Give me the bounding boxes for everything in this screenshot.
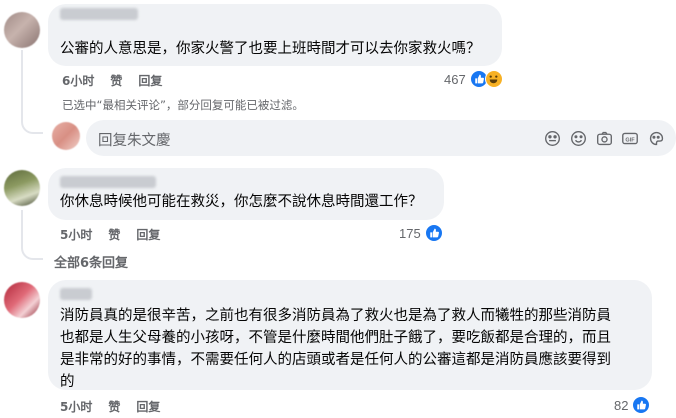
like-button[interactable]: 赞 bbox=[108, 226, 120, 243]
comment-text: 公審的人意思是，你家火警了也要上班時間才可以去你家救火嗎？ bbox=[60, 41, 481, 57]
reply-thread-line bbox=[21, 50, 43, 134]
reply-button[interactable]: 回复 bbox=[136, 226, 160, 243]
sticker2-icon[interactable] bbox=[646, 128, 666, 148]
comment-bubble: 公審的人意思是，你家火警了也要上班時間才可以去你家救火嗎？ bbox=[48, 4, 502, 66]
view-replies-link[interactable]: 全部6条回复 bbox=[54, 252, 128, 271]
commenter-name[interactable] bbox=[60, 176, 156, 188]
like-button[interactable]: 赞 bbox=[108, 398, 120, 415]
comment-actions: 5小时 赞 回复 bbox=[60, 226, 160, 243]
like-icon bbox=[424, 224, 443, 242]
reaction-count: 82 bbox=[614, 397, 629, 413]
comment-actions: 5小时 赞 回复 bbox=[60, 398, 160, 415]
reaction-count: 175 bbox=[399, 225, 421, 241]
reply-button[interactable]: 回复 bbox=[136, 398, 160, 415]
comment-text-line: 也都是人生父母養的小孩呀，不管是什麼時間他們肚子餓了，要吃飯都是合理的，而且 bbox=[60, 330, 611, 346]
reply-input-box[interactable]: 回复朱文慶 GIF bbox=[86, 120, 676, 156]
commenter-name[interactable] bbox=[60, 288, 92, 300]
comment-time[interactable]: 5小时 bbox=[60, 226, 92, 243]
reaction-summary[interactable]: 175 bbox=[399, 224, 443, 242]
emoji-icon[interactable] bbox=[568, 128, 588, 148]
commenter-avatar[interactable] bbox=[4, 12, 40, 48]
comment-time[interactable]: 5小时 bbox=[60, 398, 92, 415]
reply-input[interactable]: 回复朱文慶 bbox=[98, 129, 171, 150]
reply-thread-line bbox=[21, 210, 43, 260]
sticker-icon[interactable] bbox=[542, 128, 562, 148]
commenter-avatar[interactable] bbox=[4, 170, 40, 206]
comment-text-line: 消防員真的是很辛苦，之前也有很多消防員為了救火也是為了救人而犧牲的那些消防員 bbox=[60, 308, 611, 324]
camera-icon[interactable] bbox=[594, 128, 614, 148]
commenter-avatar[interactable] bbox=[4, 282, 40, 318]
comment-text: 你休息時候他可能在救災，你怎麼不說休息時間還工作？ bbox=[60, 194, 423, 210]
comment-text-line: 是非常的好的事情，不需要任何人的店頭或者是任何人的公審這都是消防員應該要得到 bbox=[60, 352, 611, 368]
svg-text:GIF: GIF bbox=[625, 137, 635, 143]
comment-text-line: 的 bbox=[60, 374, 75, 390]
commenter-name[interactable] bbox=[60, 8, 138, 20]
reaction-count: 467 bbox=[444, 71, 466, 87]
comment-time[interactable]: 6小时 bbox=[62, 72, 94, 89]
filter-note: 已选中“最相关评论”，部分回复可能已被过滤。 bbox=[62, 98, 304, 112]
gif-icon[interactable]: GIF bbox=[620, 128, 640, 148]
my-avatar bbox=[52, 122, 80, 150]
like-icon bbox=[632, 396, 651, 414]
reaction-summary[interactable]: 467 bbox=[444, 70, 503, 88]
reply-button[interactable]: 回复 bbox=[138, 72, 162, 89]
comment-actions: 6小时 赞 回复 bbox=[62, 72, 162, 89]
like-button[interactable]: 赞 bbox=[110, 72, 122, 89]
comment-bubble: 你休息時候他可能在救災，你怎麼不說休息時間還工作？ bbox=[48, 168, 444, 220]
haha-icon bbox=[484, 70, 503, 88]
reaction-summary[interactable]: 82 bbox=[614, 396, 651, 414]
comment-bubble: 消防員真的是很辛苦，之前也有很多消防員為了救火也是為了救人而犧牲的那些消防員 也… bbox=[48, 280, 652, 390]
